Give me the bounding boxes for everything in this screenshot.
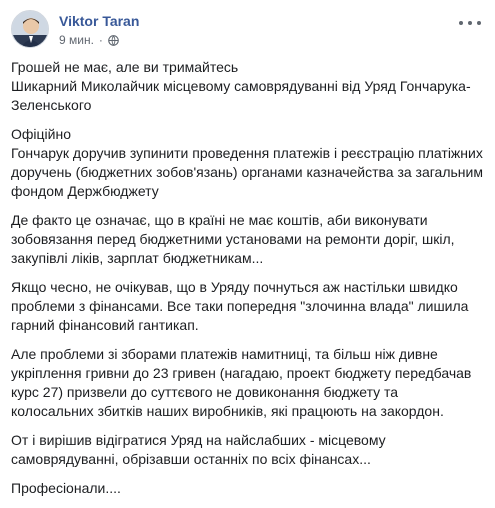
more-options-icon[interactable] [459,16,481,30]
avatar[interactable] [11,10,49,48]
post-paragraph: Грошей не має, але ви тримайтесь [11,59,239,75]
post-paragraph: Офіційно [11,126,71,142]
post-paragraph: Де факто це означає, що в країні не має … [11,212,455,266]
globe-icon [108,34,119,46]
post-meta: 9 мин. · [59,33,119,47]
author-name[interactable]: Viktor Taran [59,13,139,29]
separator-dot: · [98,33,103,47]
post-paragraph: Шикарний Миколайчик місцевому самоврядув… [11,78,471,113]
post-body: Грошей не має, але ви тримайтесь Шикарни… [11,58,483,508]
post-paragraph: Гончарук доручив зупинити проведення пла… [11,145,483,199]
post-paragraph: Якщо чесно, не очікував, що в Уряду почн… [11,279,469,333]
timestamp[interactable]: 9 мин. [59,33,94,47]
post-header: Viktor Taran 9 мин. · [11,10,481,50]
post-paragraph: Але проблеми зі зборами платежів намитни… [11,346,472,419]
facebook-post: Viktor Taran 9 мин. · Грошей не має, але… [0,0,495,496]
post-paragraph: От і вирішив відігратися Уряд на найслаб… [11,432,386,467]
